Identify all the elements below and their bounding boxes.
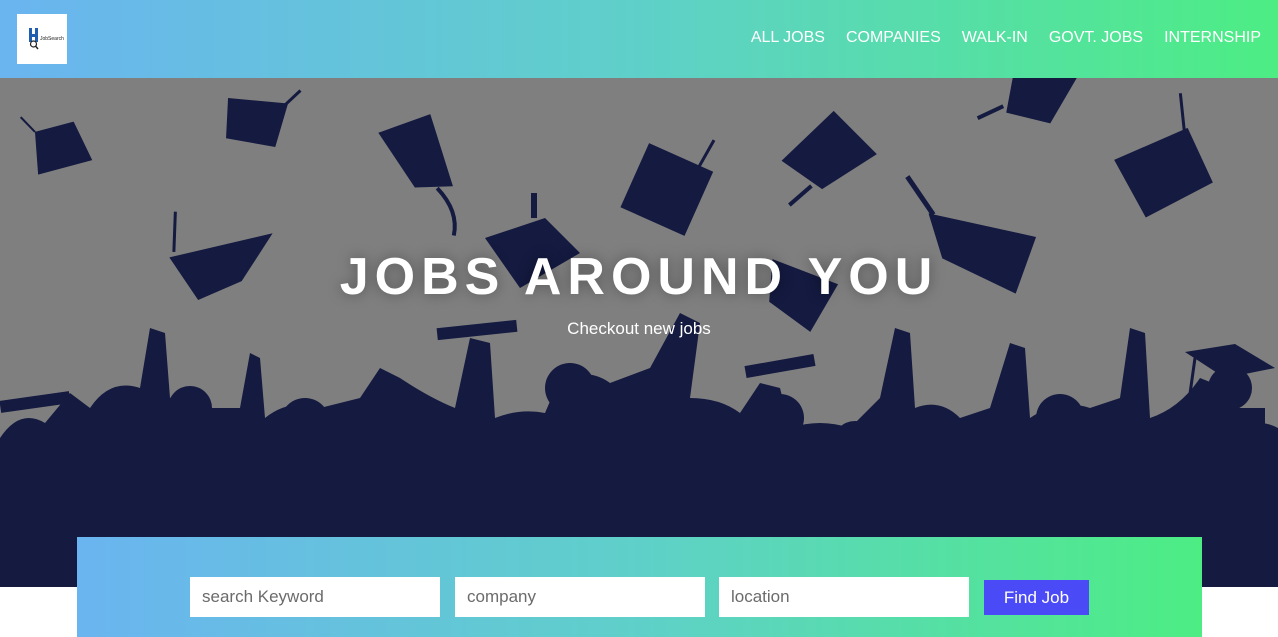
job-search-panel: Find Job <box>77 537 1202 637</box>
hero-banner: JOBS AROUND YOU Checkout new jobs <box>0 78 1278 587</box>
logo[interactable]: JobSearch <box>17 14 67 64</box>
navbar: JobSearch ALL JOBS COMPANIES WALK-IN GOV… <box>0 0 1278 78</box>
location-input[interactable] <box>719 577 969 617</box>
keyword-search-input[interactable] <box>190 577 440 617</box>
nav-all-jobs[interactable]: ALL JOBS <box>751 28 825 48</box>
nav-walk-in[interactable]: WALK-IN <box>962 28 1028 48</box>
main-nav: ALL JOBS COMPANIES WALK-IN GOVT. JOBS IN… <box>751 28 1261 48</box>
hero-subtitle: Checkout new jobs <box>567 319 711 338</box>
hero-title: JOBS AROUND YOU <box>339 248 939 306</box>
find-job-button[interactable]: Find Job <box>984 580 1089 615</box>
logo-text: JobSearch <box>40 36 64 42</box>
nav-internship[interactable]: INTERNSHIP <box>1164 28 1261 48</box>
nav-companies[interactable]: COMPANIES <box>846 28 941 48</box>
company-input[interactable] <box>455 577 705 617</box>
nav-govt-jobs[interactable]: GOVT. JOBS <box>1049 28 1143 48</box>
